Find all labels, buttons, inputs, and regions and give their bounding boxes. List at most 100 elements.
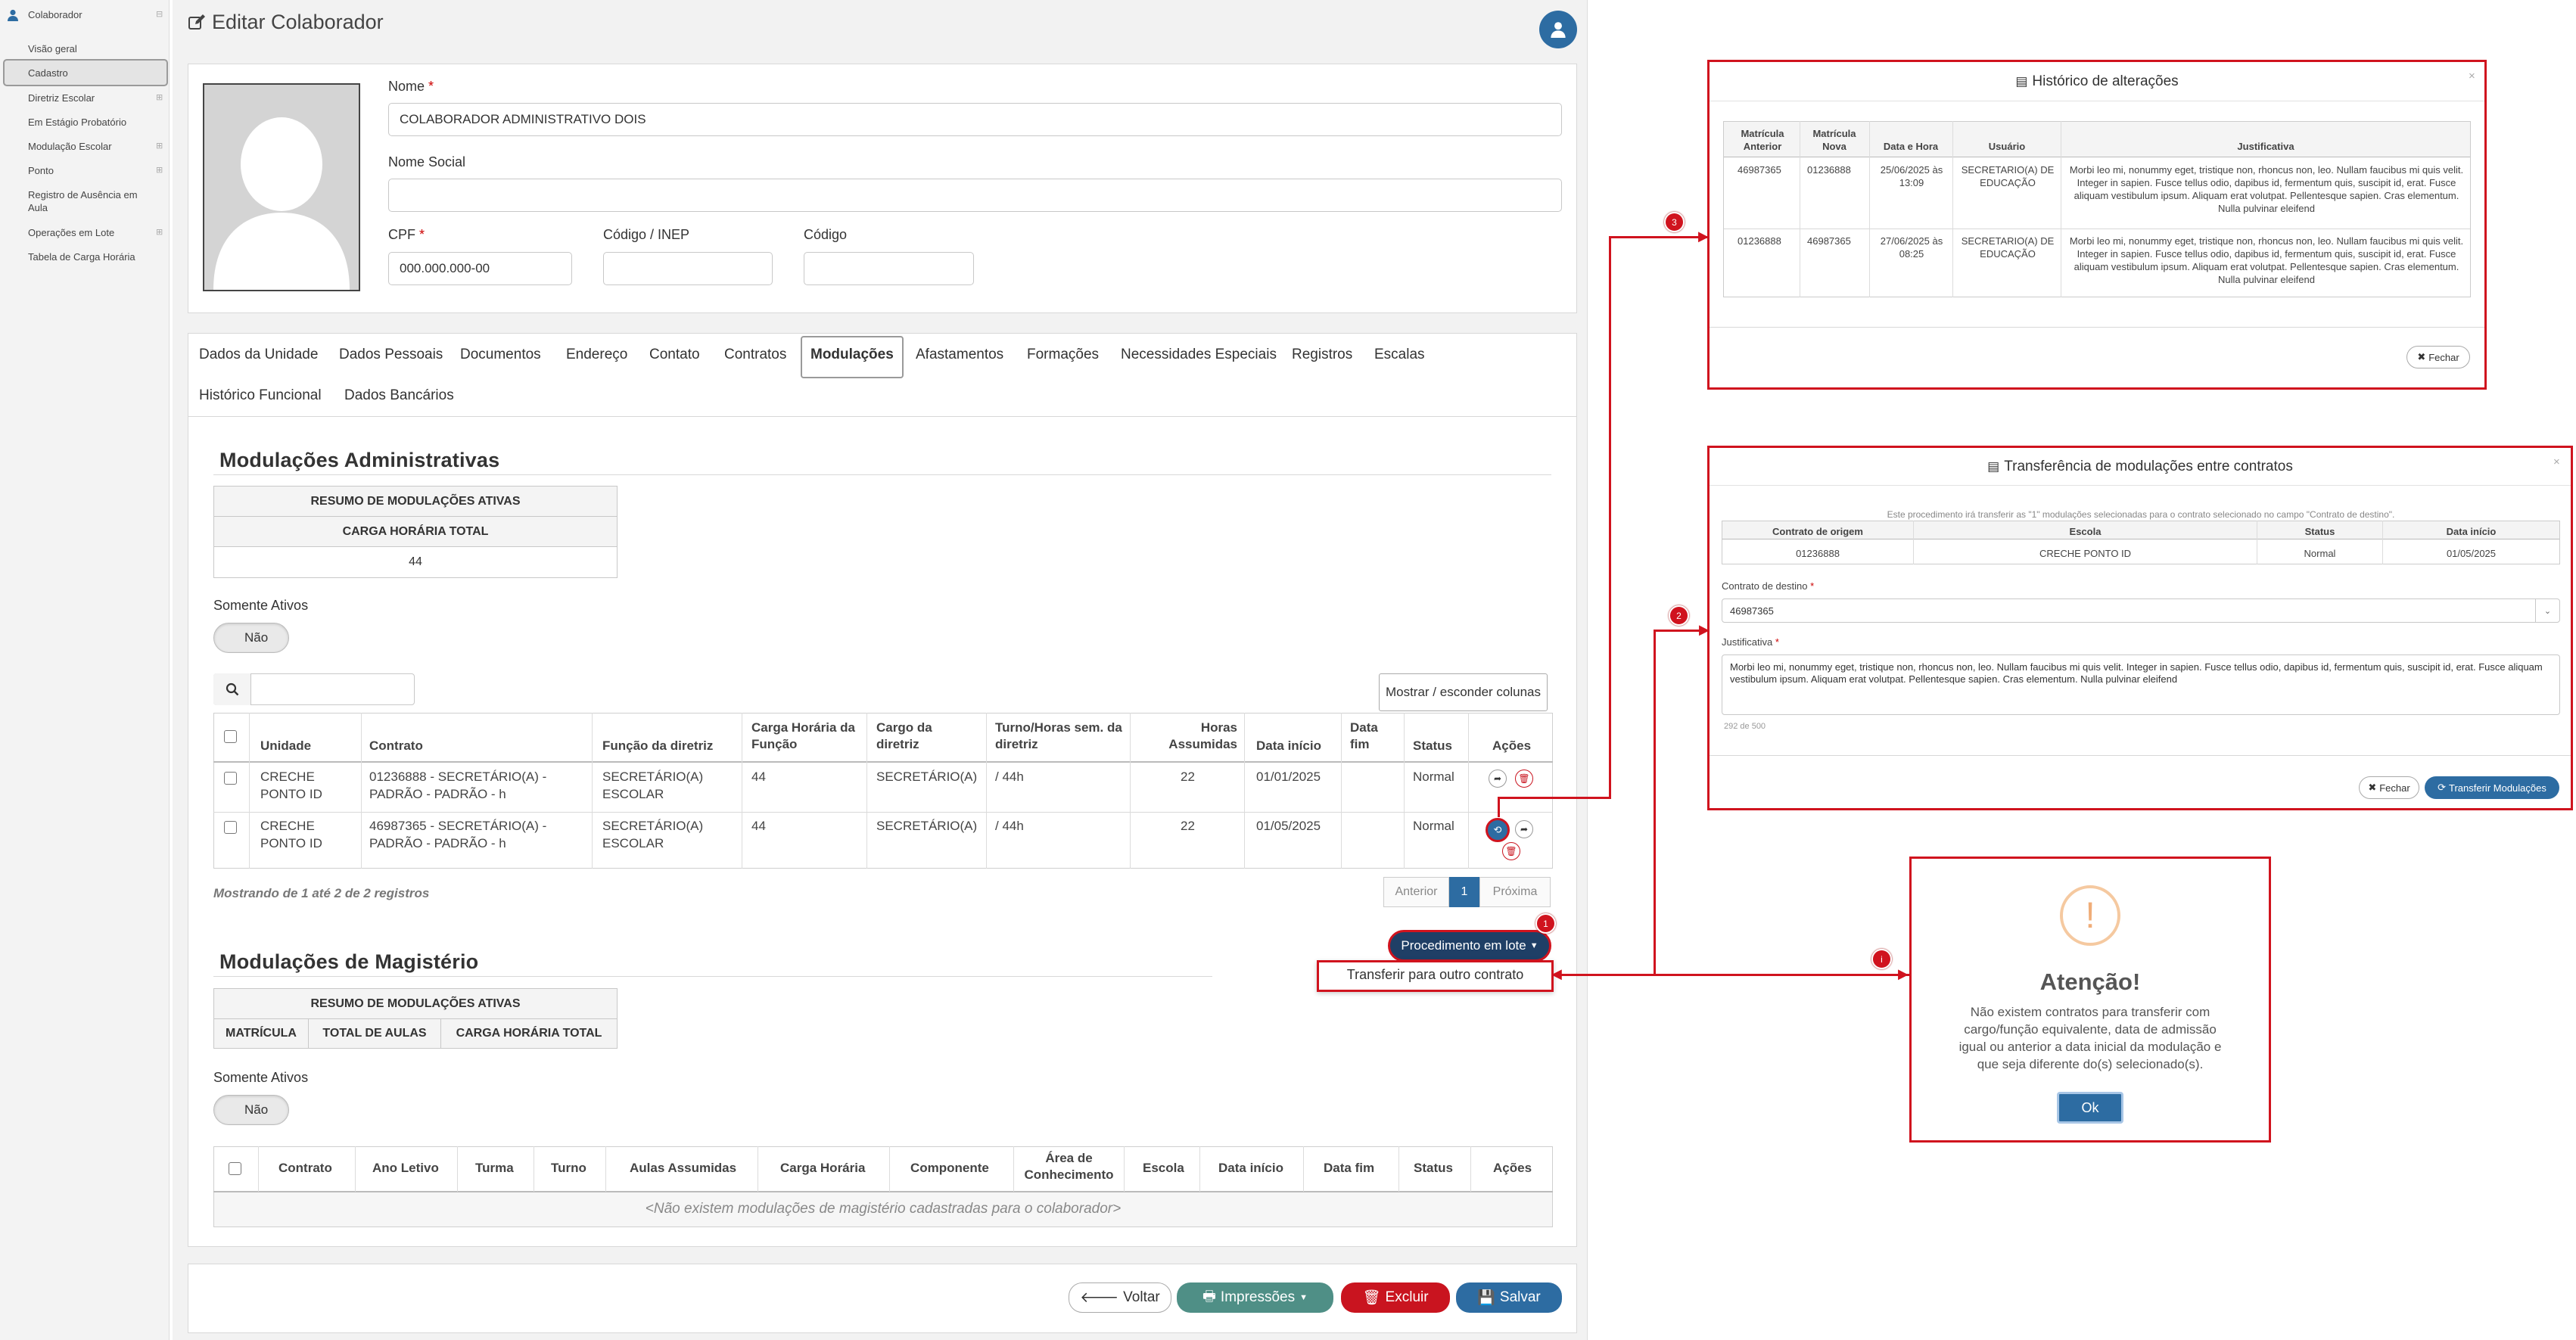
sidebar-item-tabela-carga[interactable]: Tabela de Carga Horária	[28, 250, 157, 263]
pagination-next[interactable]: Próxima	[1479, 877, 1551, 907]
close-icon[interactable]: ×	[2553, 455, 2560, 468]
tab-contratos[interactable]: Contratos	[724, 347, 786, 363]
pagination-prev[interactable]: Anterior	[1383, 877, 1449, 907]
sidebar: Colaborador ⊟ Visão geral Cadastro Diret…	[0, 0, 170, 1340]
th-status: Status	[1414, 1161, 1453, 1175]
historico-close-button[interactable]: ✖ Fechar	[2406, 346, 2470, 368]
search-icon[interactable]	[213, 673, 251, 705]
trash-icon[interactable]: 🗑	[1502, 842, 1520, 860]
tab-registros[interactable]: Registros	[1292, 347, 1352, 363]
share-icon[interactable]: ➦	[1515, 820, 1533, 838]
th-matricula-anterior: Matrícula Anterior	[1741, 128, 1784, 152]
tab-necessidades-especiais[interactable]: Necessidades Especiais	[1121, 347, 1277, 363]
sidebar-item-diretriz-escolar[interactable]: Diretriz Escolar	[28, 92, 157, 104]
sidebar-item-estagio-probatorio[interactable]: Em Estágio Probatório	[28, 116, 157, 129]
toggle-value: Não	[244, 1102, 269, 1117]
tab-modulacoes[interactable]: Modulações	[810, 347, 894, 363]
columns-toggle-button[interactable]: Mostrar / esconder colunas	[1379, 673, 1548, 711]
excluir-button[interactable]: 🗑 Excluir	[1341, 1282, 1450, 1313]
share-icon[interactable]: ➦	[1489, 769, 1507, 788]
select-all-checkbox[interactable]	[224, 730, 237, 743]
col-sep	[605, 1146, 606, 1192]
connector-line	[1654, 630, 1656, 975]
menu-item-transferir[interactable]: Transferir para outro contrato	[1317, 967, 1554, 983]
warning-glyph: !	[2085, 895, 2095, 936]
expand-icon[interactable]: ⊞	[156, 227, 163, 237]
pagination-current[interactable]: 1	[1449, 877, 1479, 907]
sidebar-item-visao-geral[interactable]: Visão geral	[28, 42, 157, 55]
cell-justificativa: Morbi leo mi, nonummy eget, tristique no…	[2069, 164, 2464, 214]
save-icon: 💾	[1477, 1290, 1495, 1306]
tab-documentos[interactable]: Documentos	[460, 347, 541, 363]
sidebar-item-operacoes-lote[interactable]: Operações em Lote	[28, 226, 157, 239]
admin-search-input[interactable]	[253, 675, 412, 704]
row-checkbox[interactable]	[224, 821, 237, 834]
user-avatar-button[interactable]	[1539, 11, 1577, 48]
transfer-submit-button[interactable]: ⟳ Transferir Modulações	[2425, 776, 2559, 799]
mag-somente-ativos-label: Somente Ativos	[213, 1070, 309, 1085]
user-icon	[1551, 22, 1566, 38]
modal-footer-line	[1710, 755, 2571, 756]
transfer-close-button[interactable]: ✖ Fechar	[2359, 776, 2419, 799]
col-sep	[1303, 1146, 1304, 1192]
cell-data: 27/06/2025 às 08:25	[1880, 235, 1943, 260]
history-icon[interactable]: ⟲	[1486, 818, 1510, 842]
profile-photo[interactable]	[203, 83, 360, 291]
tab-afastamentos[interactable]: Afastamentos	[916, 347, 1003, 363]
codigo-input[interactable]	[804, 252, 974, 285]
tab-endereco[interactable]: Endereço	[566, 347, 627, 363]
char-counter: 292 de 500	[1724, 722, 1766, 731]
alert-ok-button[interactable]: Ok	[2057, 1092, 2123, 1124]
col-sep	[1869, 121, 1870, 297]
voltar-button[interactable]: 🡐 Voltar	[1069, 1282, 1171, 1313]
lote-button-label: Procedimento em lote	[1401, 938, 1526, 953]
close-icon[interactable]: ×	[2469, 70, 2475, 82]
impressoes-button[interactable]: 🖶 Impressões ▼	[1177, 1282, 1333, 1313]
mag-summary-table: RESUMO DE MODULAÇÕES ATIVAS MATRÍCULA TO…	[213, 988, 618, 1049]
expand-icon[interactable]: ⊞	[156, 92, 163, 102]
th-ano-letivo: Ano Letivo	[372, 1161, 439, 1175]
col-sep	[1468, 713, 1469, 869]
admin-summary-table: RESUMO DE MODULAÇÕES ATIVAS CARGA HORÁRI…	[213, 486, 618, 578]
sidebar-item-cadastro[interactable]: Cadastro	[28, 67, 157, 79]
admin-somente-ativos-toggle[interactable]: Não	[213, 623, 289, 653]
sidebar-item-registro-ausencia[interactable]: Registro de Ausência em Aula	[28, 188, 149, 214]
cell-funcao: SECRETÁRIO(A) ESCOLAR	[602, 819, 704, 850]
collapse-icon[interactable]: ⊟	[156, 9, 163, 19]
tab-contato[interactable]: Contato	[649, 347, 700, 363]
sidebar-item-ponto[interactable]: Ponto	[28, 164, 157, 177]
th-componente: Componente	[910, 1161, 989, 1175]
admin-section-line	[213, 474, 1551, 475]
summary-col-header: CARGA HORÁRIA TOTAL	[214, 517, 617, 547]
nome-social-input[interactable]	[388, 179, 1562, 212]
expand-icon[interactable]: ⊞	[156, 165, 163, 175]
cell-contrato: 01236888 - SECRETÁRIO(A) - PADRÃO - PADR…	[369, 769, 547, 801]
transfer-info: Este procedimento irá transferir as "1" …	[1887, 509, 2395, 520]
cpf-input[interactable]: 000.000.000-00	[388, 252, 572, 285]
table-icon: ▤	[1987, 459, 2000, 474]
col-sep	[1404, 713, 1405, 869]
nome-input[interactable]: COLABORADOR ADMINISTRATIVO DOIS	[388, 103, 1562, 136]
expand-icon[interactable]: ⊞	[156, 141, 163, 151]
voltar-label: Voltar	[1123, 1289, 1160, 1305]
sidebar-item-modulacao-escolar[interactable]: Modulação Escolar	[28, 140, 157, 153]
tab-formacoes[interactable]: Formações	[1027, 347, 1099, 363]
th-turma: Turma	[475, 1161, 514, 1175]
trash-icon[interactable]: 🗑	[1515, 769, 1533, 788]
inep-input[interactable]	[603, 252, 773, 285]
tab-escalas[interactable]: Escalas	[1374, 347, 1425, 363]
tab-dados-unidade[interactable]: Dados da Unidade	[199, 347, 318, 363]
col-sep	[1952, 121, 1953, 297]
toggle-value: Não	[244, 630, 269, 645]
mag-select-all-checkbox[interactable]	[229, 1162, 241, 1175]
destino-select[interactable]: 46987365	[1722, 598, 2560, 623]
tab-historico-funcional[interactable]: Histórico Funcional	[199, 387, 322, 404]
chevron-down-icon[interactable]: ⌄	[2535, 599, 2559, 622]
tab-dados-bancarios[interactable]: Dados Bancários	[344, 387, 454, 404]
row-checkbox[interactable]	[224, 772, 237, 785]
justificativa-textarea[interactable]: Morbi leo mi, nonummy eget, tristique no…	[1722, 654, 2560, 715]
salvar-button[interactable]: 💾 Salvar	[1456, 1282, 1562, 1313]
mag-somente-ativos-toggle[interactable]: Não	[213, 1095, 289, 1125]
lote-button[interactable]: Procedimento em lote ▼	[1388, 930, 1551, 962]
tab-dados-pessoais[interactable]: Dados Pessoais	[339, 347, 443, 363]
